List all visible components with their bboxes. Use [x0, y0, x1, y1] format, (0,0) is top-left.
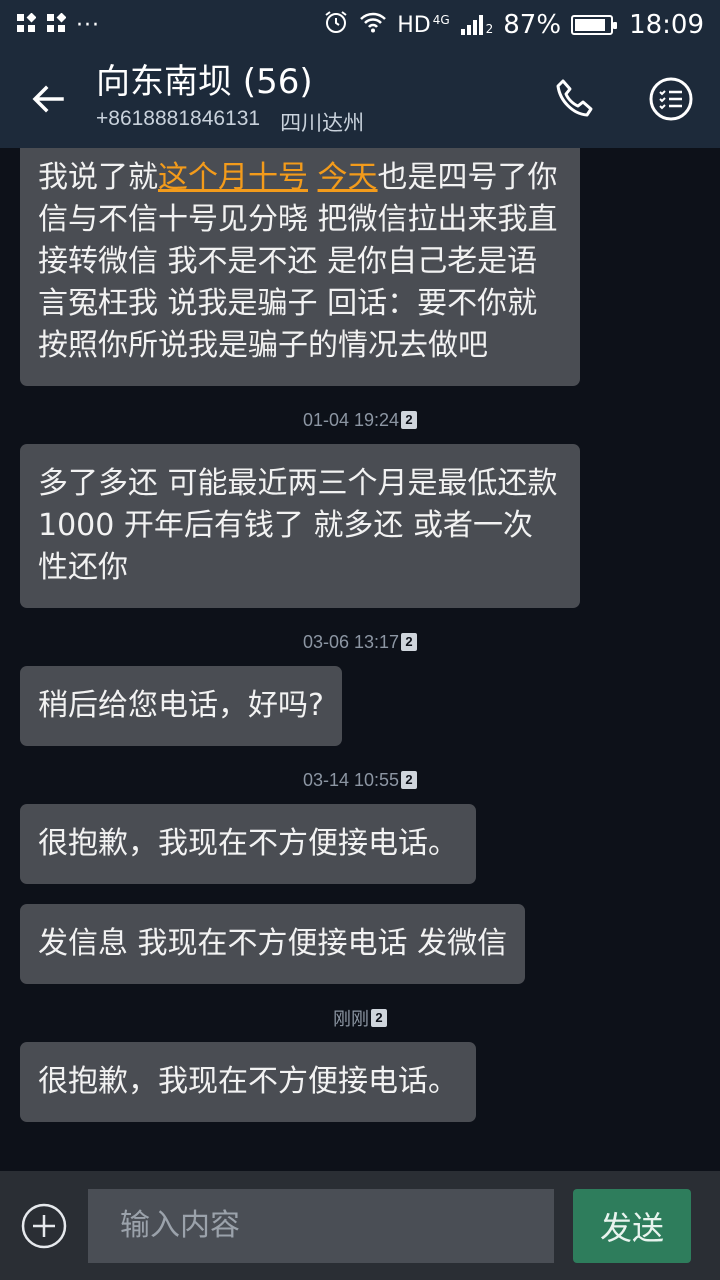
message-text: 我说了就 [38, 160, 158, 195]
back-button[interactable] [0, 50, 96, 148]
message-text: 很抱歉，我现在不方便接电话。 [38, 1064, 458, 1099]
message-bubble[interactable]: 稍后给您电话，好吗? [20, 666, 342, 746]
contact-details: +8618881846131 四川达州 [96, 107, 364, 137]
app-grid-icon-2 [46, 12, 67, 37]
status-left: ··· [16, 13, 100, 38]
timestamp-text: 03-06 13:17 [302, 631, 400, 652]
call-button[interactable] [552, 76, 598, 122]
sim-card-badge: 2 [401, 411, 418, 429]
sms-conversation-screen: ··· HD 4G 2 87% 18:09 向东南坝 (56) +8618881… [0, 0, 720, 1280]
sim-slot-label: 2 [485, 22, 494, 36]
contact-name: 向东南坝 (56) [96, 62, 313, 102]
compose-bar: 发送 [0, 1171, 720, 1280]
message-timestamp: 刚刚 2 [0, 1006, 720, 1030]
checklist-icon [649, 77, 693, 121]
sim-card-badge: 2 [371, 1009, 387, 1027]
message-timestamp: 03-06 13:17 2 [0, 630, 720, 654]
message-text: 稍后给您电话，好吗? [38, 688, 324, 723]
timestamp-text: 刚刚 [333, 1009, 369, 1029]
network-label: HD [397, 12, 431, 38]
message-text: 多了多还 可能最近两三个月是最低还款1000 开年后有钱了 就多还 或者一次性还… [38, 466, 558, 585]
status-bar: ··· HD 4G 2 87% 18:09 [0, 0, 720, 50]
message-bubble[interactable]: 多了多还 可能最近两三个月是最低还款1000 开年后有钱了 就多还 或者一次性还… [20, 444, 580, 608]
message-timestamp: 01-04 19:24 2 [0, 408, 720, 432]
battery-percent: 87% [503, 10, 562, 40]
header-actions [552, 76, 720, 122]
network-gen: 4G [432, 12, 450, 27]
message-date-link[interactable]: 这个月十号 [158, 160, 308, 195]
app-grid-icon [16, 12, 37, 37]
status-right: HD 4G 2 87% 18:09 [323, 9, 704, 42]
message-bubble[interactable]: 很抱歉，我现在不方便接电话。 [20, 1042, 476, 1122]
clock: 18:09 [629, 10, 704, 40]
message-bubble[interactable]: 我说了就这个月十号 今天也是四号了你信与不信十号见分晓 把微信拉出来我直接转微信… [20, 148, 580, 386]
message-bubble[interactable]: 很抱歉，我现在不方便接电话。 [20, 804, 476, 884]
alarm-icon [323, 9, 349, 42]
message-text: 很抱歉，我现在不方便接电话。 [38, 826, 458, 861]
message-text [308, 160, 318, 195]
more-notifications-indicator: ··· [76, 12, 100, 38]
signal-icon: 2 [460, 14, 494, 36]
plus-circle-icon [21, 1203, 67, 1248]
contact-phone: +8618881846131 [96, 107, 261, 130]
message-list[interactable]: 我说了就这个月十号 今天也是四号了你信与不信十号见分晓 把微信拉出来我直接转微信… [0, 148, 720, 1171]
attach-button[interactable] [0, 1171, 88, 1280]
message-text: 发信息 我现在不方便接电话 发微信 [38, 926, 508, 961]
conversation-header: 向东南坝 (56) +8618881846131 四川达州 [0, 50, 720, 148]
message-input[interactable] [88, 1188, 554, 1263]
sim-card-badge: 2 [401, 633, 418, 651]
battery-icon [571, 15, 618, 35]
phone-icon [556, 79, 593, 117]
message-items: 我说了就这个月十号 今天也是四号了你信与不信十号见分晓 把微信拉出来我直接转微信… [0, 148, 720, 1122]
contact-location: 四川达州 [280, 112, 365, 135]
network-type: HD 4G [397, 13, 449, 38]
send-button[interactable]: 发送 [573, 1188, 691, 1263]
menu-button[interactable] [648, 76, 694, 122]
message-timestamp: 03-14 10:55 2 [0, 768, 720, 792]
battery-level [575, 19, 605, 31]
timestamp-text: 03-14 10:55 [302, 769, 400, 790]
message-bubble[interactable]: 发信息 我现在不方便接电话 发微信 [20, 904, 526, 984]
message-date-link[interactable]: 今天 [318, 160, 378, 195]
contact-info: 向东南坝 (56) +8618881846131 四川达州 [96, 61, 364, 137]
timestamp-text: 01-04 19:24 [302, 409, 400, 430]
arrow-left-icon [32, 85, 64, 113]
sim-card-badge: 2 [401, 771, 418, 789]
wifi-icon [359, 10, 387, 40]
